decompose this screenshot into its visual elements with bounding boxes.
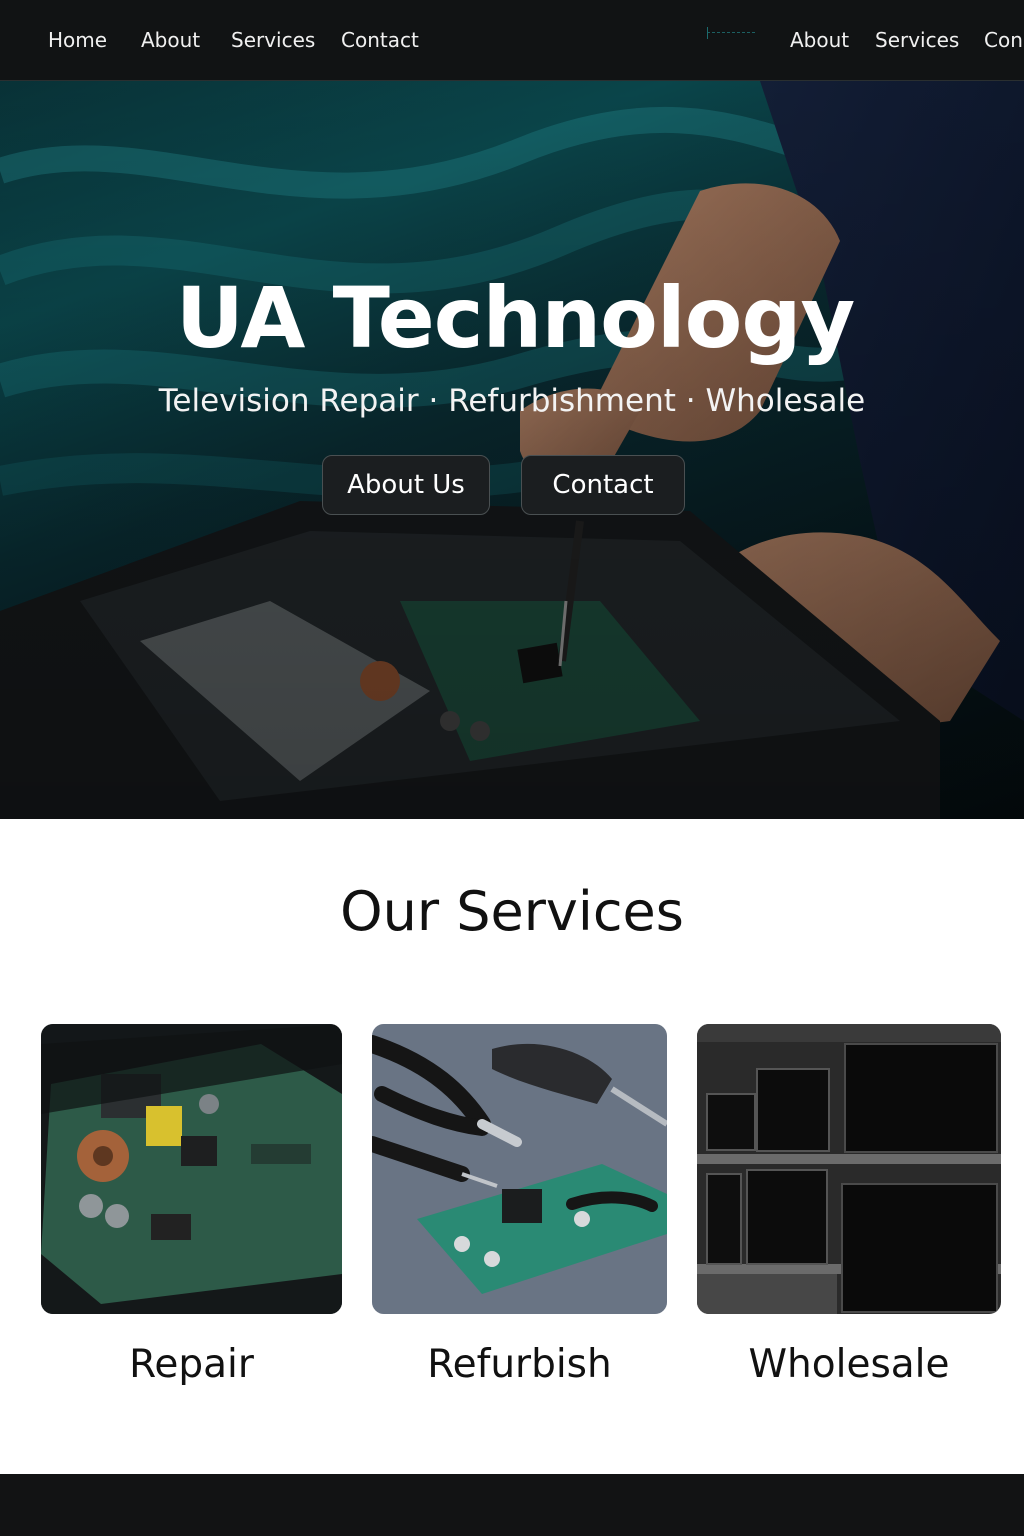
services-heading: Our Services — [340, 880, 684, 943]
nav-link-services-secondary[interactable]: Services — [875, 0, 959, 81]
tv-shelves-illustration — [697, 1024, 1001, 1314]
repair-card-image[interactable] — [41, 1024, 342, 1314]
hero-title: UA Technology — [175, 269, 855, 367]
circuit-board-illustration — [41, 1024, 342, 1314]
wholesale-card-image[interactable] — [697, 1024, 1001, 1314]
nav-link-contact[interactable]: Contact — [341, 0, 419, 81]
contact-button[interactable]: Contact — [521, 455, 685, 515]
nav-link-about-secondary[interactable]: About — [790, 0, 849, 81]
top-navigation: Home About Services Contact About Servic… — [0, 0, 1024, 81]
hero-section: UA Technology Television Repair · Refurb… — [0, 81, 1024, 819]
nav-link-services[interactable]: Services — [231, 0, 315, 81]
refurbish-card-image[interactable] — [372, 1024, 667, 1314]
logo-mark-icon — [707, 27, 755, 40]
pliers-and-board-illustration — [372, 1024, 667, 1314]
wholesale-label: Wholesale — [748, 1342, 950, 1387]
repair-label: Repair — [129, 1342, 254, 1387]
nav-link-about[interactable]: About — [141, 0, 200, 81]
hero-subtitle: Television Repair · Refurbishment · Whol… — [158, 383, 866, 419]
footer — [0, 1474, 1024, 1536]
refurbish-label: Refurbish — [427, 1342, 612, 1387]
nav-link-contact-secondary[interactable]: Con — [984, 0, 1023, 81]
nav-link-home[interactable]: Home — [48, 0, 107, 81]
about-us-button[interactable]: About Us — [322, 455, 490, 515]
hero-background-image — [0, 81, 1024, 819]
